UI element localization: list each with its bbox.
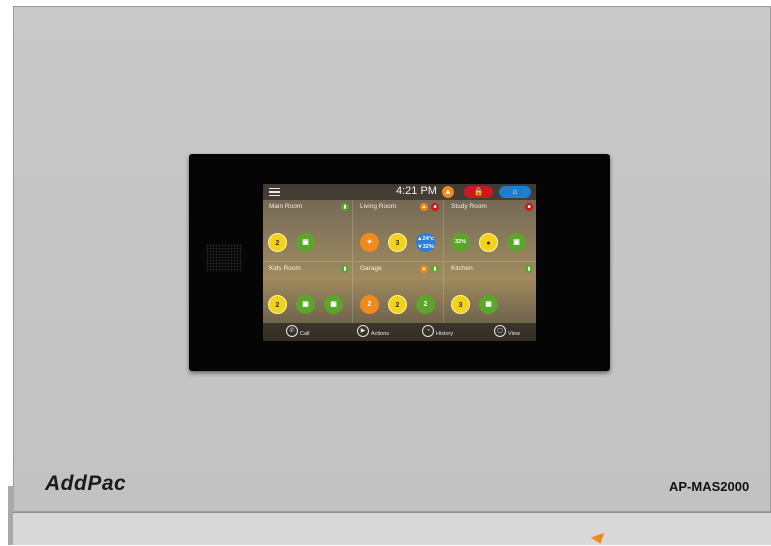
- brand-logo: AddPac: [45, 472, 127, 495]
- room-label: Garage: [360, 265, 382, 272]
- lock-icon: 🔒: [473, 187, 484, 196]
- signal-badge: ▮: [431, 265, 439, 273]
- nav-history-label: History: [436, 331, 454, 337]
- motion-device[interactable]: ✦: [360, 233, 379, 252]
- appliance-device[interactable]: ▣: [479, 295, 498, 314]
- appliance-device[interactable]: ▣: [296, 233, 315, 252]
- humidity-device[interactable]: 32%: [451, 233, 470, 252]
- alert-badge: ▲: [420, 265, 428, 273]
- thermostat-device[interactable]: ▲24°c ▼32%: [416, 233, 435, 252]
- light-device[interactable]: 2: [388, 295, 407, 314]
- model-label: AP-MAS2000: [669, 479, 750, 494]
- room-main[interactable]: Main Room ▮ 2 ▣: [263, 200, 353, 262]
- nav-view-label: View: [508, 331, 520, 337]
- status-bar: 4:21 PM ▲ 🔒 ⌂: [263, 184, 536, 200]
- outlet-device[interactable]: ▣: [507, 233, 526, 252]
- bottom-nav: ✆ Call ▶ Actions ◔ History ▢ View: [263, 323, 536, 341]
- room-label: Kids Room: [269, 265, 301, 272]
- speaker-grille: [206, 244, 242, 272]
- light-device[interactable]: 2: [268, 295, 287, 314]
- room-label: Living Room: [360, 203, 397, 210]
- signal-badge: ▮: [341, 203, 349, 211]
- clock: 4:21 PM: [396, 185, 437, 197]
- appliance-device[interactable]: 2: [416, 295, 435, 314]
- alert-badge: ▲: [420, 203, 428, 211]
- room-label: Kitchen: [451, 265, 473, 272]
- signal-badge: ▮: [525, 265, 533, 273]
- room-living[interactable]: Living Room ▲ ■ ✦ 3 ▲24°c ▼32%: [354, 200, 444, 262]
- touch-screen[interactable]: 4:21 PM ▲ 🔒 ⌂ Main Room ▮ 2 ▣ Living Roo…: [263, 184, 536, 341]
- room-study[interactable]: Study Room ■ 32% ● ▣: [445, 200, 536, 262]
- room-kids[interactable]: Kids Room ▮ 2 ▣ ▣: [263, 262, 353, 323]
- room-kitchen[interactable]: Kitchen ▮ 3 ▣: [445, 262, 536, 323]
- home-icon: ⌂: [512, 187, 518, 196]
- appliance-device[interactable]: ▣: [296, 295, 315, 314]
- lock-badge: ■: [525, 203, 533, 211]
- alert-icon[interactable]: ▲: [442, 186, 454, 198]
- room-label: Study Room: [451, 203, 487, 210]
- light-device[interactable]: 3: [451, 295, 470, 314]
- light-device[interactable]: 2: [268, 233, 287, 252]
- play-icon: ▶: [357, 325, 369, 337]
- nav-call-label: Call: [300, 331, 310, 337]
- nav-actions-label: Actions: [371, 331, 390, 337]
- appliance-device[interactable]: ▣: [324, 295, 343, 314]
- signal-badge: ▮: [341, 265, 349, 273]
- device-base: [13, 512, 771, 545]
- room-label: Main Room: [269, 203, 303, 210]
- lock-button[interactable]: 🔒: [464, 186, 493, 198]
- lock-badge: ■: [431, 203, 439, 211]
- menu-icon[interactable]: [269, 188, 280, 196]
- bulb-device[interactable]: ●: [479, 233, 498, 252]
- light-device[interactable]: 2: [360, 295, 379, 314]
- view-icon: ▢: [494, 325, 506, 337]
- room-garage[interactable]: Garage ▲ ▮ 2 2 2: [354, 262, 444, 323]
- clock-icon: ◔: [422, 325, 434, 337]
- phone-icon: ✆: [286, 325, 298, 337]
- home-button[interactable]: ⌂: [499, 186, 531, 198]
- light-device[interactable]: 3: [388, 233, 407, 252]
